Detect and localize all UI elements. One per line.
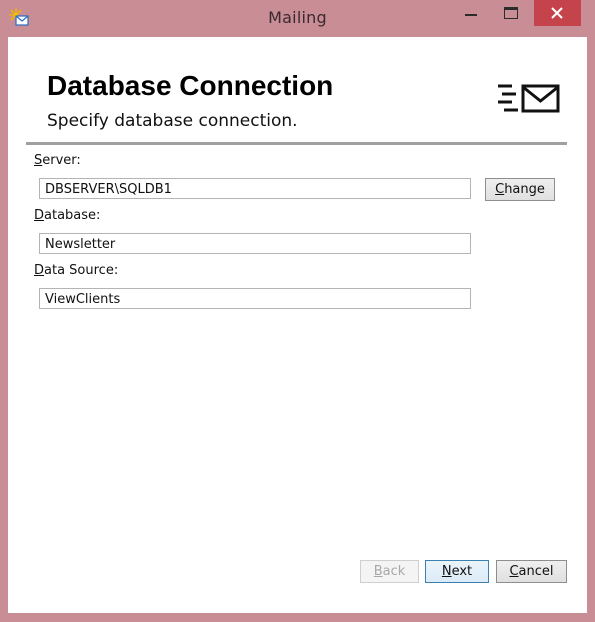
database-label: Database: [34,208,101,223]
server-field[interactable] [39,178,471,199]
mail-list-icon [498,84,560,113]
cancel-button[interactable]: Cancel [496,560,567,583]
wizard-page: Database Connection Specify database con… [8,37,587,613]
database-field[interactable] [39,233,471,254]
maximize-button[interactable] [488,0,534,26]
header-divider [26,142,567,145]
data-source-field[interactable] [39,288,471,309]
server-label: Server: [34,153,81,168]
back-button[interactable]: Back [360,560,419,583]
close-button[interactable] [534,0,581,26]
data-source-label: Data Source: [34,263,119,278]
maximize-icon [504,7,518,19]
change-button[interactable]: Change [485,178,555,201]
next-button[interactable]: Next [425,560,489,583]
minimize-icon [465,14,477,16]
close-icon [551,7,563,19]
page-title: Database Connection [47,70,334,101]
mailing-window: Mailing Database Connection Specify data… [0,0,595,622]
page-subtitle: Specify database connection. [47,111,298,131]
minimize-button[interactable] [454,0,488,26]
title-bar[interactable]: Mailing [0,0,595,37]
